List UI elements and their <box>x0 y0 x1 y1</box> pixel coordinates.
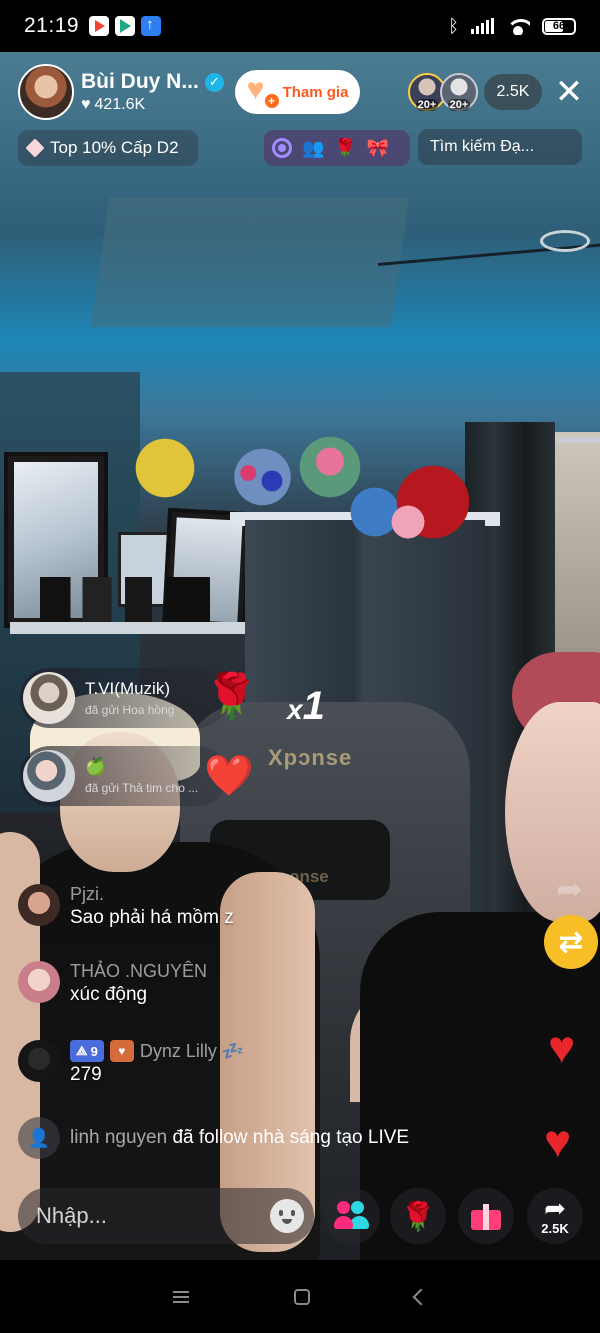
chair-brand: Xpɔnse <box>268 745 353 770</box>
youtube-music-icon <box>89 16 110 36</box>
follow-text: đã follow nhà sáng tạo LIVE <box>172 1127 410 1148</box>
heart-plus-icon <box>247 73 279 108</box>
chat-text: xúc động <box>70 984 148 1005</box>
gift-icon <box>471 1202 501 1230</box>
host-likes: ♥ 421.6K <box>81 96 224 114</box>
flower-bouquet <box>388 492 428 552</box>
repost-button[interactable]: ⇄ <box>544 915 598 969</box>
input-placeholder: Nhập... <box>36 1203 107 1228</box>
rose-icon: 🌹 <box>400 1200 436 1232</box>
host-profile[interactable]: Bùi Duy N... ✓ ♥ 421.6K <box>18 62 243 122</box>
perfume-bottles <box>40 577 210 625</box>
ceiling-edge <box>377 241 600 323</box>
status-bar: 21:19 ᛒ 66 <box>0 0 600 52</box>
signal-icon <box>471 18 494 34</box>
ranking-badge[interactable]: Top 10% Cấp D2 <box>18 130 198 166</box>
emoji-icon[interactable] <box>270 1199 304 1233</box>
level-badge: ⟁ 9 <box>70 1040 104 1062</box>
gift-notification: 🍏 đã gửi Thả tim cho ... <box>20 746 228 806</box>
follow-notification: 👤 linh nguyen đã follow nhà sáng tạo LIV… <box>18 1117 409 1159</box>
people-icon <box>334 1201 367 1231</box>
floating-heart-icon: ♥ <box>548 1021 576 1073</box>
fan-badge-icon: ♥ <box>109 1040 134 1062</box>
host-name: Bùi Duy N... ✓ <box>81 70 224 94</box>
search-suggestion[interactable]: Tìm kiếm Đạ... <box>418 129 582 165</box>
chat-username[interactable]: THẢO .NGUYÊN <box>70 961 207 982</box>
ceiling-panel <box>90 197 410 327</box>
viewer-count[interactable]: 2.5K <box>484 74 542 110</box>
avatar[interactable] <box>18 64 74 120</box>
share-icon: ➦ <box>544 1192 566 1223</box>
chat-message[interactable]: Pjzi. Sao phải há mồm z <box>18 884 234 929</box>
join-label: Tham gia <box>282 83 349 101</box>
wifi-icon <box>506 17 530 35</box>
follow-user-icon: 👤 <box>18 1117 60 1159</box>
gift-thumbnail-icon: 👥 <box>302 137 325 158</box>
gift-sender: T.VI(Muzik) <box>85 679 170 698</box>
multi-guest-button[interactable] <box>324 1188 380 1244</box>
avatar <box>23 750 75 802</box>
target-icon <box>272 138 292 158</box>
menu-icon[interactable] <box>172 1290 189 1303</box>
ceiling-light <box>540 230 590 252</box>
chat-username[interactable]: Pjzi. <box>70 884 234 905</box>
battery-icon: 66 <box>542 17 576 35</box>
gift-action: đã gửi Hoa hồng <box>85 703 175 717</box>
floating-heart-icon: ♥ <box>544 1115 572 1167</box>
combo-count: 1 <box>302 684 325 728</box>
level-icon: ⟁ <box>76 1043 88 1058</box>
share-button[interactable]: ➦ 2.5K <box>527 1188 583 1244</box>
host-name-label: Bùi Duy N... <box>81 70 199 93</box>
chat-username[interactable]: Dynz Lilly 💤 <box>140 1041 244 1062</box>
home-icon[interactable] <box>293 1288 310 1305</box>
plush-toy <box>130 432 200 522</box>
close-icon[interactable]: ✕ <box>552 75 586 109</box>
gift-notification: T.VI(Muzik) đã gửi Hoa hồng <box>20 668 228 728</box>
gift-item-icon: 🎀 <box>366 137 390 158</box>
rose-icon: 🌹 <box>334 137 357 158</box>
gift-sender: 🍏 <box>85 757 107 776</box>
avatar <box>23 672 75 724</box>
diamond-icon <box>25 138 45 158</box>
rose-gift-button[interactable]: 🌹 <box>390 1188 446 1244</box>
avatar[interactable] <box>18 884 60 926</box>
upload-icon <box>141 16 162 36</box>
chat-text: 279 <box>70 1064 102 1085</box>
share-count: 2.5K <box>541 1220 569 1236</box>
share-arrow-icon: ➦ <box>556 871 583 907</box>
chat-message[interactable]: ⟁ 9 ♥ Dynz Lilly 💤 279 <box>18 1040 244 1086</box>
back-icon[interactable] <box>412 1288 430 1305</box>
viewer-list[interactable]: 20+ 20+ 2.5K <box>408 72 542 112</box>
avatar[interactable] <box>18 1040 60 1082</box>
play-store-icon <box>115 16 136 36</box>
shelf <box>10 622 250 634</box>
navigation-bar <box>0 1260 600 1333</box>
heart-gift-icon: ❤️ <box>204 754 254 798</box>
bluetooth-icon: ᛒ <box>448 15 459 36</box>
follow-username[interactable]: linh nguyen <box>70 1127 167 1148</box>
heart-icon: ♥ <box>81 96 91 113</box>
gift-action: đã gửi Thả tim cho ... <box>85 781 199 795</box>
join-button[interactable]: Tham gia <box>235 70 360 114</box>
status-time: 21:19 <box>24 14 80 37</box>
rose-gift-icon: 🌹 <box>204 672 259 721</box>
chat-text: Sao phải há mồm z <box>70 907 234 928</box>
chat-message[interactable]: THẢO .NGUYÊN xúc động <box>18 961 207 1006</box>
gift-goal-strip[interactable]: 👥 🌹 🎀 <box>264 130 410 166</box>
gift-button[interactable] <box>458 1188 514 1244</box>
bottom-bar: Nhập... 🌹 ➦ 2.5K <box>0 1188 600 1258</box>
host-info: Bùi Duy N... ✓ ♥ 421.6K <box>81 70 224 114</box>
top-viewer-avatar[interactable]: 20+ <box>440 73 478 111</box>
likes-count: 421.6K <box>94 96 146 113</box>
ranking-label: Top 10% Cấp D2 <box>50 138 179 157</box>
comment-input[interactable]: Nhập... <box>18 1188 314 1244</box>
verified-icon: ✓ <box>204 72 224 92</box>
gift-combo: x1 <box>287 684 325 728</box>
avatar[interactable] <box>18 961 60 1003</box>
